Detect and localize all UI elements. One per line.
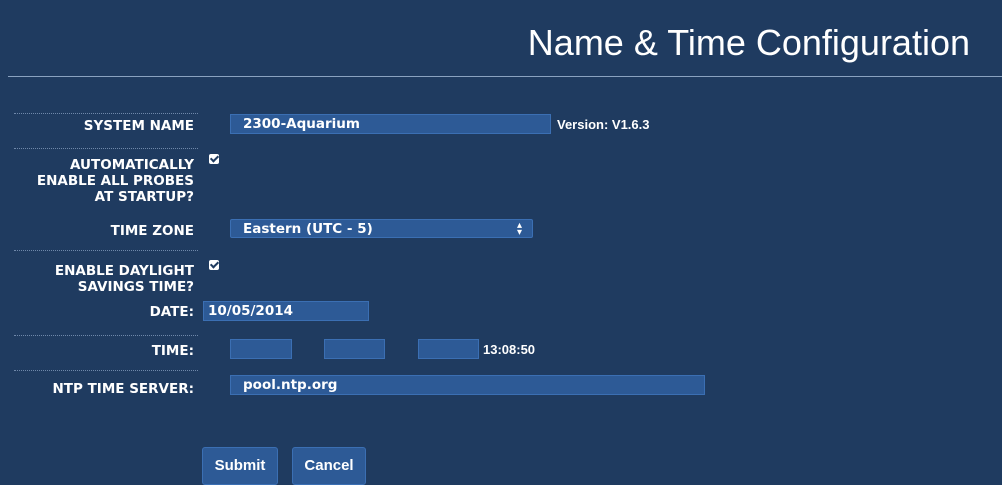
dst-label-line1: ENABLE DAYLIGHT (54, 263, 194, 279)
version-text: Version: V1.6.3 (557, 117, 650, 132)
row-separator (14, 113, 198, 114)
time-zone-select[interactable]: Eastern (UTC - 5) ▴ ▾ (230, 219, 533, 238)
dst-label-line2: SAVINGS TIME? (77, 279, 194, 295)
current-time-text: 13:08:50 (483, 342, 536, 357)
system-name-label: SYSTEM NAME (83, 118, 194, 134)
time-seconds-input[interactable] (418, 339, 479, 359)
date-label: DATE: (149, 304, 194, 320)
row-separator (14, 370, 198, 371)
time-minutes-input[interactable] (324, 339, 385, 359)
dst-checkbox[interactable] (209, 260, 219, 270)
ntp-server-label: NTP TIME SERVER: (52, 381, 195, 397)
time-zone-label: TIME ZONE (110, 223, 194, 239)
auto-enable-label-line2: ENABLE ALL PROBES (36, 173, 194, 189)
date-input[interactable]: 10/05/2014 (203, 301, 369, 321)
time-hours-input[interactable] (230, 339, 292, 359)
time-label: TIME: (151, 343, 194, 359)
system-name-input[interactable]: 2300-Aquarium (230, 114, 551, 134)
row-separator (14, 148, 198, 149)
cancel-button[interactable]: Cancel (292, 447, 366, 485)
submit-button[interactable]: Submit (202, 447, 278, 485)
auto-enable-probes-checkbox[interactable] (209, 154, 219, 164)
time-zone-value: Eastern (UTC - 5) (243, 221, 373, 237)
title-divider (8, 76, 1002, 77)
select-updown-icon: ▴ ▾ (516, 220, 522, 238)
auto-enable-label-line1: AUTOMATICALLY (70, 157, 194, 173)
page-title: Name & Time Configuration (527, 22, 970, 63)
config-panel: Name & Time Configuration SYSTEM NAME 23… (0, 0, 1002, 485)
auto-enable-label-line3: AT STARTUP? (94, 189, 194, 205)
row-separator (14, 250, 198, 251)
row-separator (14, 335, 198, 336)
ntp-server-input[interactable]: pool.ntp.org (230, 375, 705, 395)
